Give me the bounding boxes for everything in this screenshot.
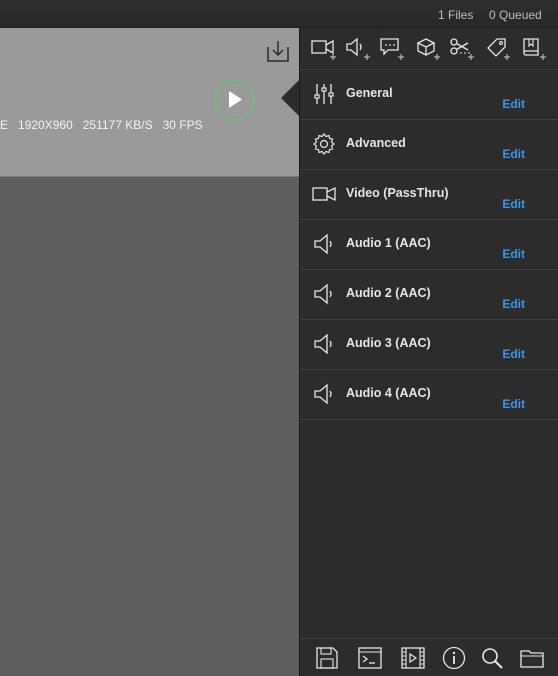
edit-link-audio-1[interactable]: Edit xyxy=(502,247,525,261)
search-icon[interactable] xyxy=(479,645,505,671)
setting-row-audio-2[interactable]: Audio 2 (AAC) Edit xyxy=(300,270,558,320)
video-camera-icon xyxy=(312,182,336,206)
add-audio-icon[interactable] xyxy=(344,35,372,63)
app-window: 1 Files 0 Queued E 1920X960 251177 KB/S 30 … xyxy=(0,0,558,676)
save-icon[interactable] xyxy=(314,645,340,671)
sliders-icon xyxy=(312,82,336,106)
add-toolbar xyxy=(300,28,558,70)
file-info: E 1920X960 251177 KB/S 30 FPS xyxy=(0,118,213,132)
edit-link-audio-4[interactable]: Edit xyxy=(502,397,525,411)
setting-row-general[interactable]: General Edit xyxy=(300,70,558,120)
setting-row-video[interactable]: Video (PassThru) Edit xyxy=(300,170,558,220)
film-icon[interactable] xyxy=(400,645,426,671)
queued-count: 0 Queued xyxy=(489,8,542,22)
play-button[interactable] xyxy=(214,80,254,120)
speaker-icon xyxy=(312,332,336,356)
setting-row-audio-1[interactable]: Audio 1 (AAC) Edit xyxy=(300,220,558,270)
file-info-bitrate: 251177 KB/S xyxy=(82,118,153,132)
queue-empty-area xyxy=(0,177,299,676)
setting-label: General xyxy=(346,86,393,100)
panel-pointer xyxy=(281,80,299,116)
file-item[interactable]: E 1920X960 251177 KB/S 30 FPS xyxy=(0,28,299,177)
add-subtitle-icon[interactable] xyxy=(378,35,406,63)
add-video-icon[interactable] xyxy=(310,35,338,63)
add-tag-icon[interactable] xyxy=(484,35,512,63)
settings-list: General Edit Advanced Edit Video (PassTh… xyxy=(300,70,558,420)
edit-link-audio-3[interactable]: Edit xyxy=(502,347,525,361)
top-status-bar: 1 Files 0 Queued xyxy=(0,0,558,28)
setting-label: Audio 1 (AAC) xyxy=(346,236,431,250)
file-info-type: E xyxy=(0,118,9,132)
edit-link-audio-2[interactable]: Edit xyxy=(502,297,525,311)
play-icon xyxy=(229,91,242,108)
speaker-icon xyxy=(312,382,336,406)
file-info-fps: 30 FPS xyxy=(162,118,203,132)
setting-label: Audio 4 (AAC) xyxy=(346,386,431,400)
folder-icon[interactable] xyxy=(519,645,545,671)
speaker-icon xyxy=(312,282,336,306)
edit-link-advanced[interactable]: Edit xyxy=(502,147,525,161)
setting-label: Audio 2 (AAC) xyxy=(346,286,431,300)
setting-row-audio-3[interactable]: Audio 3 (AAC) Edit xyxy=(300,320,558,370)
add-chapter-icon[interactable] xyxy=(520,35,548,63)
file-info-resolution: 1920X960 xyxy=(18,118,73,132)
gear-icon xyxy=(312,132,336,156)
speaker-icon xyxy=(312,232,336,256)
download-icon[interactable] xyxy=(265,38,291,64)
edit-link-general[interactable]: Edit xyxy=(502,97,525,111)
settings-panel: General Edit Advanced Edit Video (PassTh… xyxy=(299,28,558,676)
setting-row-advanced[interactable]: Advanced Edit xyxy=(300,120,558,170)
setting-label: Audio 3 (AAC) xyxy=(346,336,431,350)
setting-row-audio-4[interactable]: Audio 4 (AAC) Edit xyxy=(300,370,558,420)
bottom-toolbar xyxy=(300,638,558,676)
info-icon[interactable] xyxy=(441,645,467,671)
add-trim-icon[interactable] xyxy=(448,35,476,63)
files-count: 1 Files xyxy=(438,8,474,22)
setting-label: Video (PassThru) xyxy=(346,186,449,200)
terminal-icon[interactable] xyxy=(357,645,383,671)
add-package-icon[interactable] xyxy=(414,35,442,63)
edit-link-video[interactable]: Edit xyxy=(502,197,525,211)
setting-label: Advanced xyxy=(346,136,406,150)
